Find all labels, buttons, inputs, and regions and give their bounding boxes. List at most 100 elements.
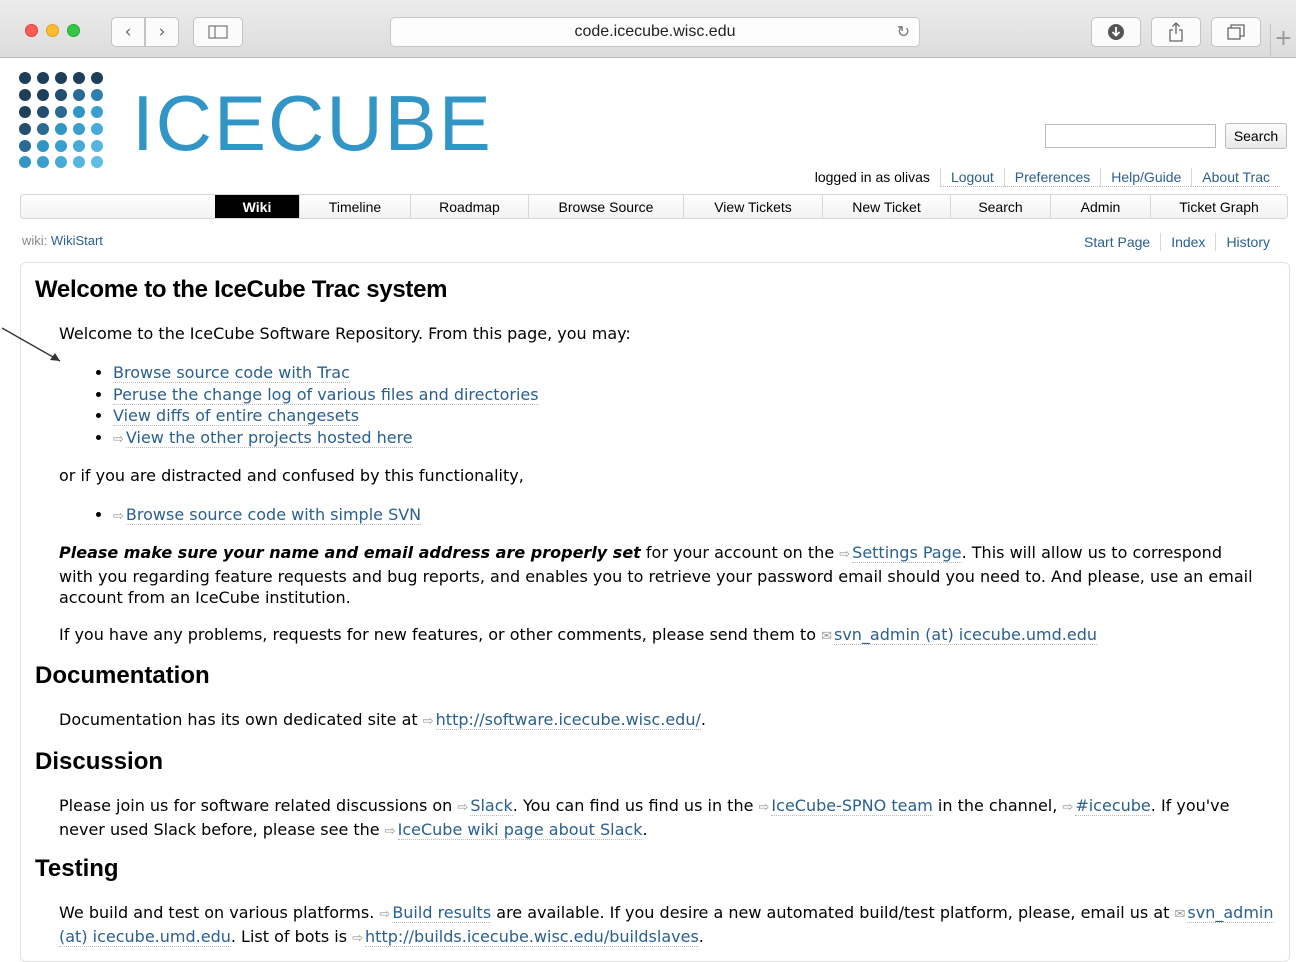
tab-browse-source[interactable]: Browse Source [528,195,683,218]
sidebar-icon [208,25,228,39]
browse-source-link[interactable]: Browse source code with Trac [113,363,350,383]
build-results-link[interactable]: Build results [392,903,492,923]
logout-link[interactable]: Logout [939,168,1004,187]
doc-text: Documentation has its own dedicated site… [59,710,423,729]
other-projects-link[interactable]: View the other projects hosted here [125,427,413,448]
share-button[interactable] [1151,17,1201,47]
test-text: We build and test on various platforms. [59,903,380,922]
problems-text: If you have any problems, requests for n… [59,625,822,644]
tab-roadmap[interactable]: Roadmap [410,195,528,218]
external-link-icon: ⇨ [457,800,469,815]
browser-toolbar: ‹ › code.icecube.wisc.edu ↻ + [0,0,1296,58]
external-link-icon: ⇨ [113,509,124,524]
disc-text: Please join us for software related disc… [59,796,458,815]
metanav: logged in as olivas Logout Preferences H… [805,168,1280,187]
intro-text: Welcome to the IceCube Software Reposito… [59,324,631,343]
about-trac-link[interactable]: About Trac [1191,168,1280,187]
email-icon: ✉ [1174,907,1186,922]
documentation-heading: Documentation [35,662,210,689]
start-page-link[interactable]: Start Page [1074,233,1160,251]
tab-timeline[interactable]: Timeline [299,195,410,218]
tabs-button[interactable] [1211,17,1261,47]
forward-icon: › [158,22,166,42]
help-guide-link[interactable]: Help/Guide [1100,168,1192,187]
breadcrumb: wiki: WikiStart [22,233,103,248]
downloads-button[interactable] [1091,17,1141,47]
breadcrumb-page-link[interactable]: WikiStart [51,233,103,248]
tab-wiki[interactable]: Wiki [215,195,299,218]
svn-link-list: ⇨Browse source code with simple SVN [59,504,422,528]
reload-icon[interactable]: ↻ [897,22,910,42]
notice-text: for your account on the [640,543,840,562]
test-text: . [698,926,704,946]
testing-heading: Testing [35,855,119,882]
search-input[interactable] [1045,124,1216,148]
minimize-window-button[interactable] [46,24,59,37]
external-link-icon: ⇨ [758,800,770,815]
tab-new-ticket[interactable]: New Ticket [822,195,950,218]
testing-paragraph: We build and test on various platforms. … [59,902,1274,949]
list-item: ⇨Browse source code with simple SVN [113,504,422,528]
discussion-heading: Discussion [35,748,164,775]
slack-link[interactable]: Slack [470,796,513,816]
address-bar[interactable]: code.icecube.wisc.edu ↻ [390,17,920,47]
url-text: code.icecube.wisc.edu [574,23,736,40]
test-text: . List of bots is [230,926,353,946]
main-nav: Wiki Timeline Roadmap Browse Source View… [20,194,1288,219]
icecube-channel-link[interactable]: #icecube [1075,796,1151,816]
change-log-link[interactable]: Peruse the change log of various files a… [113,384,539,405]
context-nav: Start Page Index History [1074,233,1280,251]
disc-text: . [642,819,648,839]
simple-svn-link[interactable]: Browse source code with simple SVN [125,505,422,525]
spno-team-link[interactable]: IceCube-SPNO team [771,796,933,816]
preferences-link[interactable]: Preferences [1003,168,1101,187]
new-tab-button[interactable]: + [1270,24,1296,58]
back-button[interactable]: ‹ [111,17,145,47]
problems-paragraph: If you have any problems, requests for n… [59,624,1259,648]
sidebar-button[interactable] [193,17,243,47]
zoom-window-button[interactable] [67,24,80,37]
icecube-logo-text[interactable]: ICECUBE [132,78,493,168]
list-item: Peruse the change log of various files a… [113,384,539,406]
buildslaves-link[interactable]: http://builds.icecube.wisc.edu/buildslav… [365,926,699,947]
back-icon: ‹ [124,22,132,42]
list-item: Browse source code with Trac [113,362,539,384]
tabs-icon [1227,24,1245,40]
documentation-paragraph: Documentation has its own dedicated site… [59,709,706,733]
settings-page-link[interactable]: Settings Page [852,543,962,563]
external-link-icon: ⇨ [113,431,124,447]
tab-ticket-graph[interactable]: Ticket Graph [1150,195,1287,218]
discussion-paragraph: Please join us for software related disc… [59,795,1259,842]
list-item: ⇨View the other projects hosted here [113,427,539,451]
notice-paragraph: Please make sure your name and email add… [59,542,1259,609]
tab-view-tickets[interactable]: View Tickets [683,195,822,218]
breadcrumb-prefix: wiki: [22,233,48,248]
index-link[interactable]: Index [1160,233,1215,251]
disc-text: . You can find us find us in the [512,796,759,815]
email-link[interactable]: svn_admin (at) icecube.umd.edu [833,625,1098,645]
email-icon: ✉ [821,629,832,644]
list-item: View diffs of entire changesets [113,405,539,427]
share-icon [1169,22,1183,42]
disc-text: in the channel, [932,796,1063,815]
documentation-link[interactable]: http://software.icecube.wisc.edu/ [435,710,701,730]
logged-in-label: logged in as olivas [814,169,930,185]
link-list: Browse source code with Trac Peruse the … [59,362,539,450]
external-link-icon: ⇨ [839,547,851,562]
icecube-logo-dots[interactable] [18,70,118,170]
close-window-button[interactable] [25,24,38,37]
notice-bold-text: Please make sure your name and email add… [59,543,641,562]
page-title: Welcome to the IceCube Trac system [35,276,448,303]
tab-search[interactable]: Search [950,195,1050,218]
slack-wiki-link[interactable]: IceCube wiki page about Slack [397,819,643,840]
external-link-icon: ⇨ [422,714,434,729]
history-link[interactable]: History [1215,233,1280,251]
tab-admin[interactable]: Admin [1050,195,1150,218]
external-link-icon: ⇨ [384,823,396,839]
view-diffs-link[interactable]: View diffs of entire changesets [113,406,360,426]
or-text: or if you are distracted and confused by… [59,466,524,485]
search-button[interactable]: Search [1225,123,1287,149]
external-link-icon: ⇨ [352,930,364,946]
external-link-icon: ⇨ [379,907,391,922]
forward-button[interactable]: › [145,17,179,47]
